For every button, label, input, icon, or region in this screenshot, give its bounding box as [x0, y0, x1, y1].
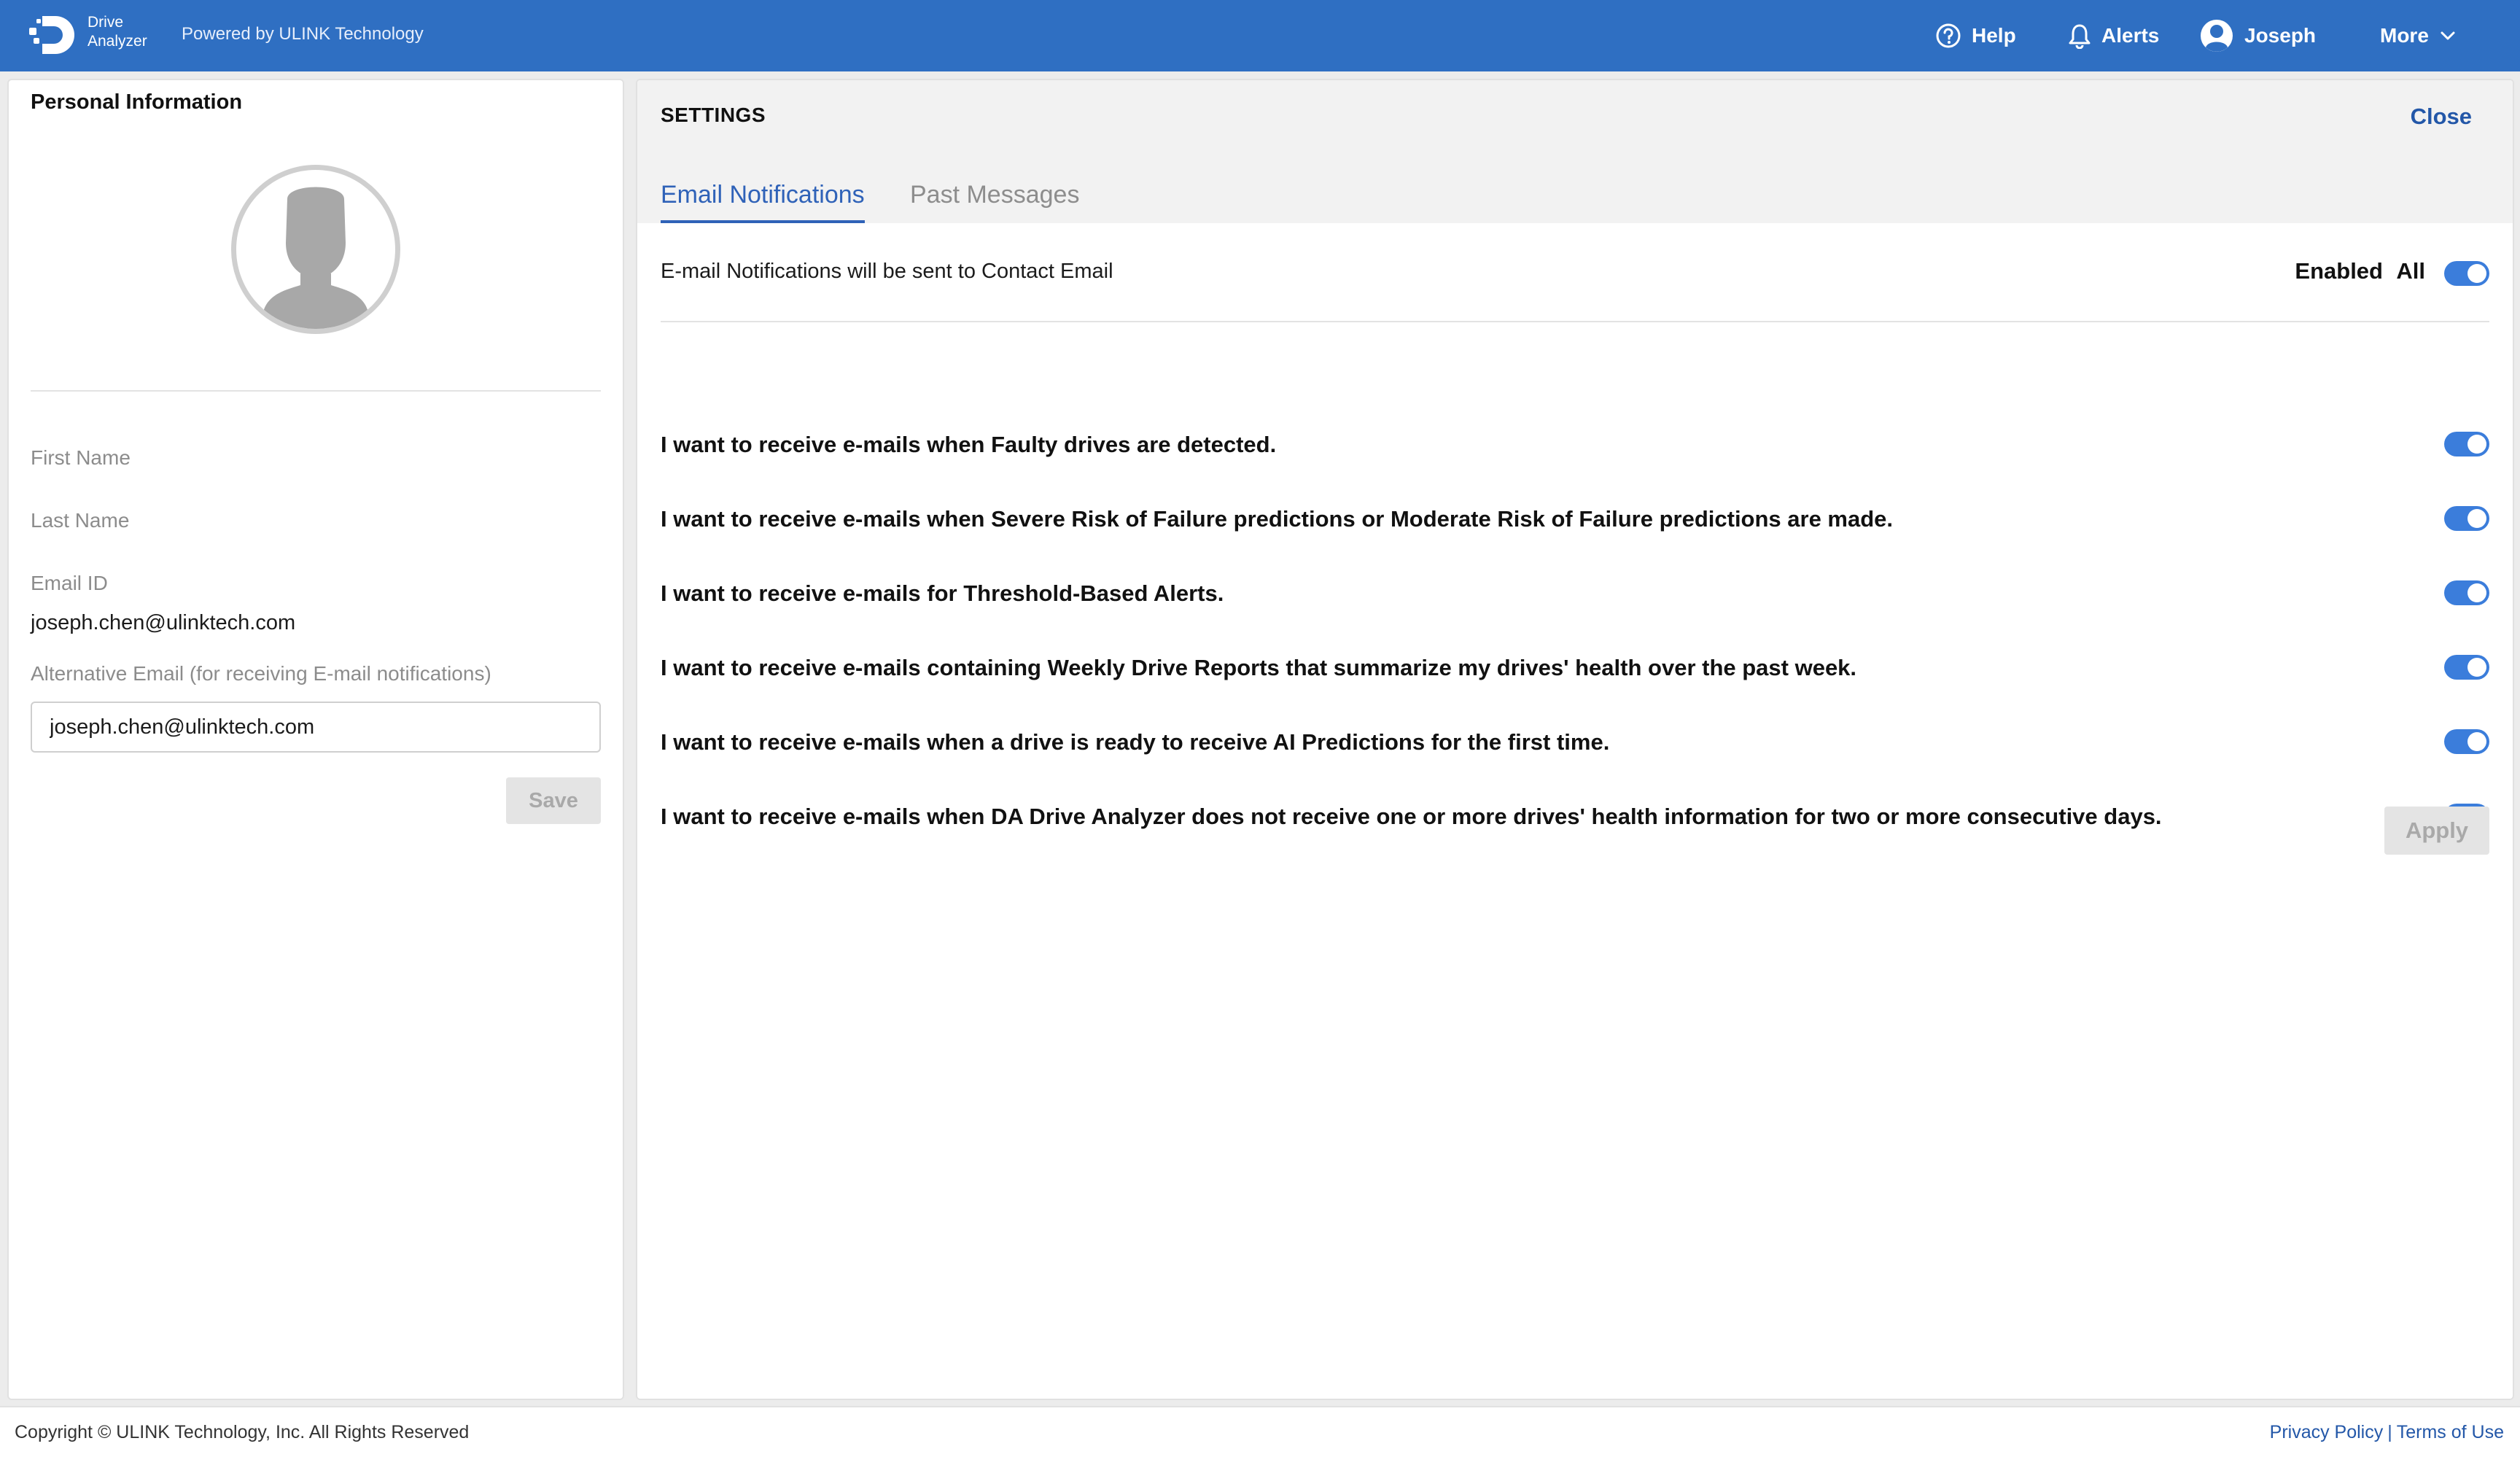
preference-text: I want to receive e-mails containing Wee…	[661, 655, 1857, 680]
personal-information-panel: Personal Information First Name Last Nam…	[7, 79, 624, 1400]
enable-all-toggle[interactable]	[2444, 261, 2489, 286]
preference-row-ai-predictions: I want to receive e-mails when a drive i…	[661, 720, 2489, 764]
enabled-label: Enabled	[2295, 258, 2383, 284]
settings-title: SETTINGS	[661, 104, 766, 126]
last-name-label: Last Name	[31, 509, 130, 532]
copyright-text: Copyright © ULINK Technology, Inc. All R…	[15, 1422, 470, 1442]
preference-text: I want to receive e-mails when Severe Ri…	[661, 506, 1894, 532]
brand-name-line1: Drive	[88, 14, 124, 31]
footer-links: Privacy Policy | Terms of Use	[2270, 1422, 2504, 1443]
default-user-icon	[262, 187, 369, 329]
footer: Copyright © ULINK Technology, Inc. All R…	[0, 1406, 2520, 1457]
faulty-drives-toggle[interactable]	[2444, 432, 2489, 456]
preference-row-weekly-reports: I want to receive e-mails containing Wee…	[661, 646, 2489, 690]
brand-name: Drive Analyzer	[88, 13, 168, 51]
user-menu[interactable]: Joseph	[2199, 16, 2316, 55]
preference-row-missing-health-info: I want to receive e-mails when DA Drive …	[661, 795, 2489, 839]
top-bar: Drive Analyzer Powered by ULINK Technolo…	[0, 0, 2520, 71]
more-menu[interactable]: More	[2380, 16, 2457, 55]
preference-text: I want to receive e-mails when Faulty dr…	[661, 432, 1277, 457]
preference-text: I want to receive e-mails for Threshold-…	[661, 580, 1224, 606]
user-name: Joseph	[2244, 24, 2317, 47]
alerts-link[interactable]: Alerts	[2068, 16, 2159, 55]
powered-by-text: Powered by ULINK Technology	[182, 24, 424, 44]
brand-name-line2: Analyzer	[88, 33, 147, 50]
apply-button[interactable]: Apply	[2384, 807, 2489, 855]
drive-analyzer-logo-icon[interactable]	[28, 12, 80, 58]
privacy-policy-link[interactable]: Privacy Policy	[2270, 1422, 2384, 1442]
alerts-label: Alerts	[2101, 24, 2160, 47]
settings-panel: SETTINGS Close Email Notifications Past …	[636, 79, 2514, 1400]
page: Drive Analyzer Powered by ULINK Technolo…	[0, 0, 2520, 1457]
preference-text: I want to receive e-mails when a drive i…	[661, 729, 1610, 755]
more-label: More	[2380, 24, 2429, 47]
first-name-label: First Name	[31, 446, 131, 469]
threshold-alerts-toggle[interactable]	[2444, 580, 2489, 605]
tab-email-notifications[interactable]: Email Notifications	[661, 181, 865, 223]
preference-row-risk-predictions: I want to receive e-mails when Severe Ri…	[661, 497, 2489, 541]
settings-divider	[661, 321, 2489, 322]
email-id-label: Email ID	[31, 572, 108, 594]
all-label: All	[2396, 258, 2425, 284]
tab-past-messages[interactable]: Past Messages	[910, 181, 1079, 223]
preference-row-threshold-alerts: I want to receive e-mails for Threshold-…	[661, 572, 2489, 615]
terms-of-use-link[interactable]: Terms of Use	[2397, 1422, 2504, 1442]
settings-header: SETTINGS Close Email Notifications Past …	[637, 80, 2513, 223]
help-icon	[1936, 23, 1961, 48]
alternative-email-label: Alternative Email (for receiving E-mail …	[31, 662, 491, 685]
user-avatar-icon	[2201, 20, 2233, 52]
ai-predictions-toggle[interactable]	[2444, 729, 2489, 754]
preference-text: I want to receive e-mails when DA Drive …	[661, 804, 2162, 829]
chevron-down-icon	[2441, 31, 2455, 40]
bell-icon	[2069, 24, 2091, 49]
preference-row-faulty-drives: I want to receive e-mails when Faulty dr…	[661, 423, 2489, 467]
close-button[interactable]: Close	[2411, 104, 2472, 130]
profile-avatar	[231, 165, 400, 334]
risk-predictions-toggle[interactable]	[2444, 506, 2489, 531]
notification-destination-text: E-mail Notifications will be sent to Con…	[661, 260, 1113, 283]
personal-information-title: Personal Information	[31, 90, 243, 114]
alternative-email-input[interactable]	[31, 702, 601, 753]
save-button[interactable]: Save	[506, 777, 601, 824]
footer-separator: |	[2387, 1422, 2392, 1442]
left-panel-divider	[31, 390, 601, 392]
weekly-reports-toggle[interactable]	[2444, 655, 2489, 680]
help-link[interactable]: Help	[1935, 16, 2016, 55]
help-label: Help	[1972, 24, 2016, 47]
email-id-value: joseph.chen@ulinktech.com	[31, 611, 296, 634]
